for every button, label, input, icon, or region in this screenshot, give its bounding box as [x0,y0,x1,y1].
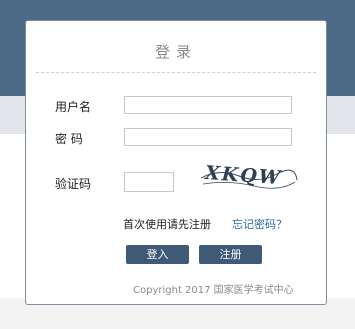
captcha-input[interactable] [124,172,174,192]
password-input[interactable] [124,128,292,146]
register-link[interactable]: 首次使用请先注册 [123,216,211,232]
password-label: 密 码 [55,132,83,146]
login-title: 登录 [154,43,197,61]
captcha-image[interactable]: XKQW [199,160,299,190]
copyright-text: Copyright 2017 国家医学考试中心 [133,285,294,296]
forgot-password-link[interactable]: 忘记密码？ [232,216,287,232]
username-input[interactable] [124,96,292,114]
captcha-label: 验证码 [55,177,92,191]
login-button[interactable]: 登入 [126,245,189,264]
login-card: 登录 用户名 密 码 验证码 XKQW 首次使用请先注册 忘记密码？ 登入 注册… [25,20,327,305]
title-divider [36,72,316,73]
register-button[interactable]: 注册 [199,245,262,264]
username-label: 用户名 [55,100,92,114]
captcha-text: XKQW [203,162,283,189]
